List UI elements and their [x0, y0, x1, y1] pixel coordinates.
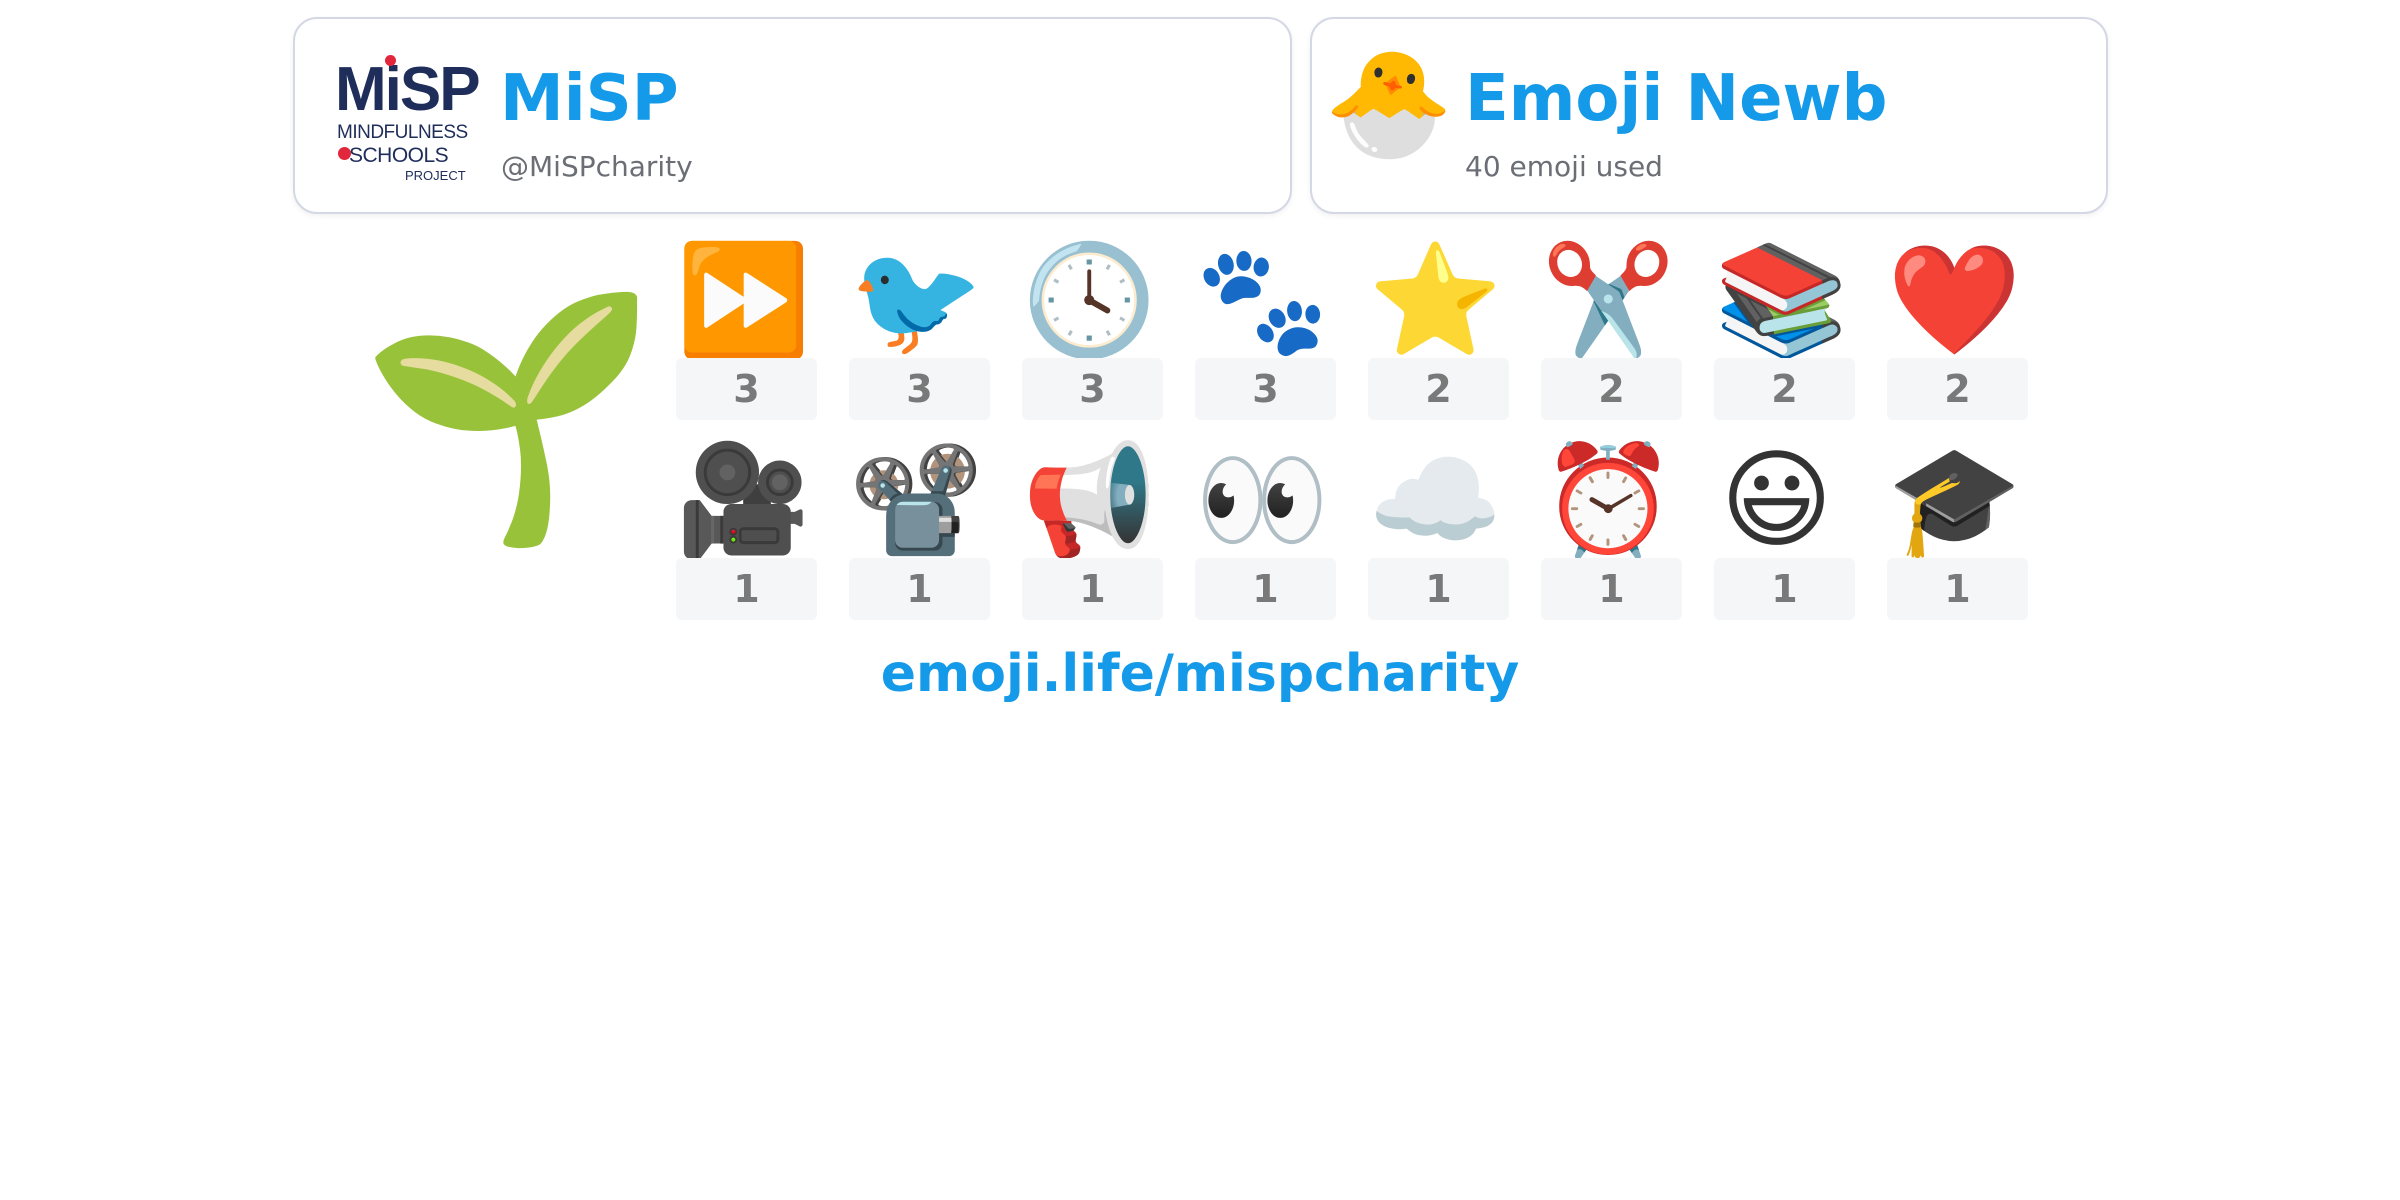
emoji-stat-item[interactable]: 🐦 3 [849, 238, 990, 420]
emoji-grid: ⏩ 3 🐦 3 🕓 3 🐾 3 ⭐ 2 ✂️ 2 📚 2 ❤️ 2 🎥 1 📽️ 1 📢 1 👀 1 ☁️ 1 ⏰ 1 😃 1 🎓 1 [676, 238, 2036, 620]
emoji-count: 2 [1714, 358, 1855, 420]
emoji-count: 3 [1022, 358, 1163, 420]
emoji-icon: 🕓 [1022, 238, 1157, 363]
emoji-stat-item[interactable]: 😃 1 [1714, 438, 1855, 620]
emoji-count: 2 [1368, 358, 1509, 420]
emoji-count: 1 [849, 558, 990, 620]
emoji-count: 1 [1195, 558, 1336, 620]
badge-card[interactable]: 🐣 Emoji Newb 40 emoji used [1310, 17, 2108, 214]
emoji-icon: 🎓 [1887, 438, 2022, 563]
emoji-count: 3 [1195, 358, 1336, 420]
emoji-icon: ☁️ [1368, 438, 1503, 563]
emoji-stat-item[interactable]: ✂️ 2 [1541, 238, 1682, 420]
emoji-count: 1 [1368, 558, 1509, 620]
badge-subtitle: 40 emoji used [1465, 150, 1663, 183]
emoji-icon: 🐦 [849, 238, 984, 363]
emoji-stat-item[interactable]: 🕓 3 [1022, 238, 1163, 420]
profile-name[interactable]: MiSP [500, 67, 679, 131]
emoji-count: 1 [1541, 558, 1682, 620]
emoji-count: 3 [849, 358, 990, 420]
emoji-icon: 📢 [1022, 438, 1157, 563]
emoji-count: 1 [1887, 558, 2028, 620]
emoji-icon: ⏰ [1541, 438, 1676, 563]
emoji-stat-item[interactable]: 📚 2 [1714, 238, 1855, 420]
misp-logo: MiSP MINDFULNESS SCHOOLS PROJECT [335, 55, 481, 187]
emoji-stat-item[interactable]: 📢 1 [1022, 438, 1163, 620]
logo-dot [385, 55, 396, 66]
emoji-icon: 📽️ [849, 438, 984, 563]
emoji-count: 3 [676, 358, 817, 420]
emoji-count: 1 [676, 558, 817, 620]
emoji-icon: 🐾 [1195, 238, 1330, 363]
emoji-stat-item[interactable]: ⭐ 2 [1368, 238, 1509, 420]
emoji-count: 2 [1541, 358, 1682, 420]
emoji-icon: ✂️ [1541, 238, 1676, 363]
emoji-stat-item[interactable]: ☁️ 1 [1368, 438, 1509, 620]
profile-link[interactable]: emoji.life/mispcharity [0, 648, 2400, 700]
emoji-icon: ❤️ [1887, 238, 2022, 363]
emoji-stat-item[interactable]: ⏰ 1 [1541, 438, 1682, 620]
logo-main-text: MiSP [335, 55, 481, 124]
badge-title: Emoji Newb [1465, 62, 1888, 136]
emoji-count: 1 [1022, 558, 1163, 620]
emoji-stat-item[interactable]: 📽️ 1 [849, 438, 990, 620]
seedling-icon: 🌱 [360, 276, 659, 556]
hatching-chick-icon: 🐣 [1324, 42, 1454, 164]
emoji-icon: 😃 [1720, 438, 1833, 563]
emoji-icon: 📚 [1714, 238, 1849, 363]
emoji-icon: ⏩ [676, 238, 811, 363]
emoji-stat-item[interactable]: 👀 1 [1195, 438, 1336, 620]
emoji-stat-item[interactable]: ❤️ 2 [1887, 238, 2028, 420]
logo-line-2: SCHOOLS [349, 144, 449, 167]
logo-line-1: MINDFULNESS [337, 122, 468, 143]
logo-line-3: PROJECT [405, 168, 466, 183]
emoji-count: 1 [1714, 558, 1855, 620]
emoji-icon: 👀 [1195, 438, 1330, 563]
emoji-stat-item[interactable]: ⏩ 3 [676, 238, 817, 420]
emoji-stat-item[interactable]: 🎥 1 [676, 438, 817, 620]
profile-handle[interactable]: @MiSPcharity [501, 153, 693, 181]
emoji-stat-item[interactable]: 🎓 1 [1887, 438, 2028, 620]
emoji-stat-item[interactable]: 🐾 3 [1195, 238, 1336, 420]
profile-card[interactable]: MiSP MINDFULNESS SCHOOLS PROJECT MiSP @M… [293, 17, 1292, 214]
emoji-count: 2 [1887, 358, 2028, 420]
emoji-icon: 🎥 [676, 438, 811, 563]
emoji-icon: ⭐ [1368, 238, 1503, 363]
